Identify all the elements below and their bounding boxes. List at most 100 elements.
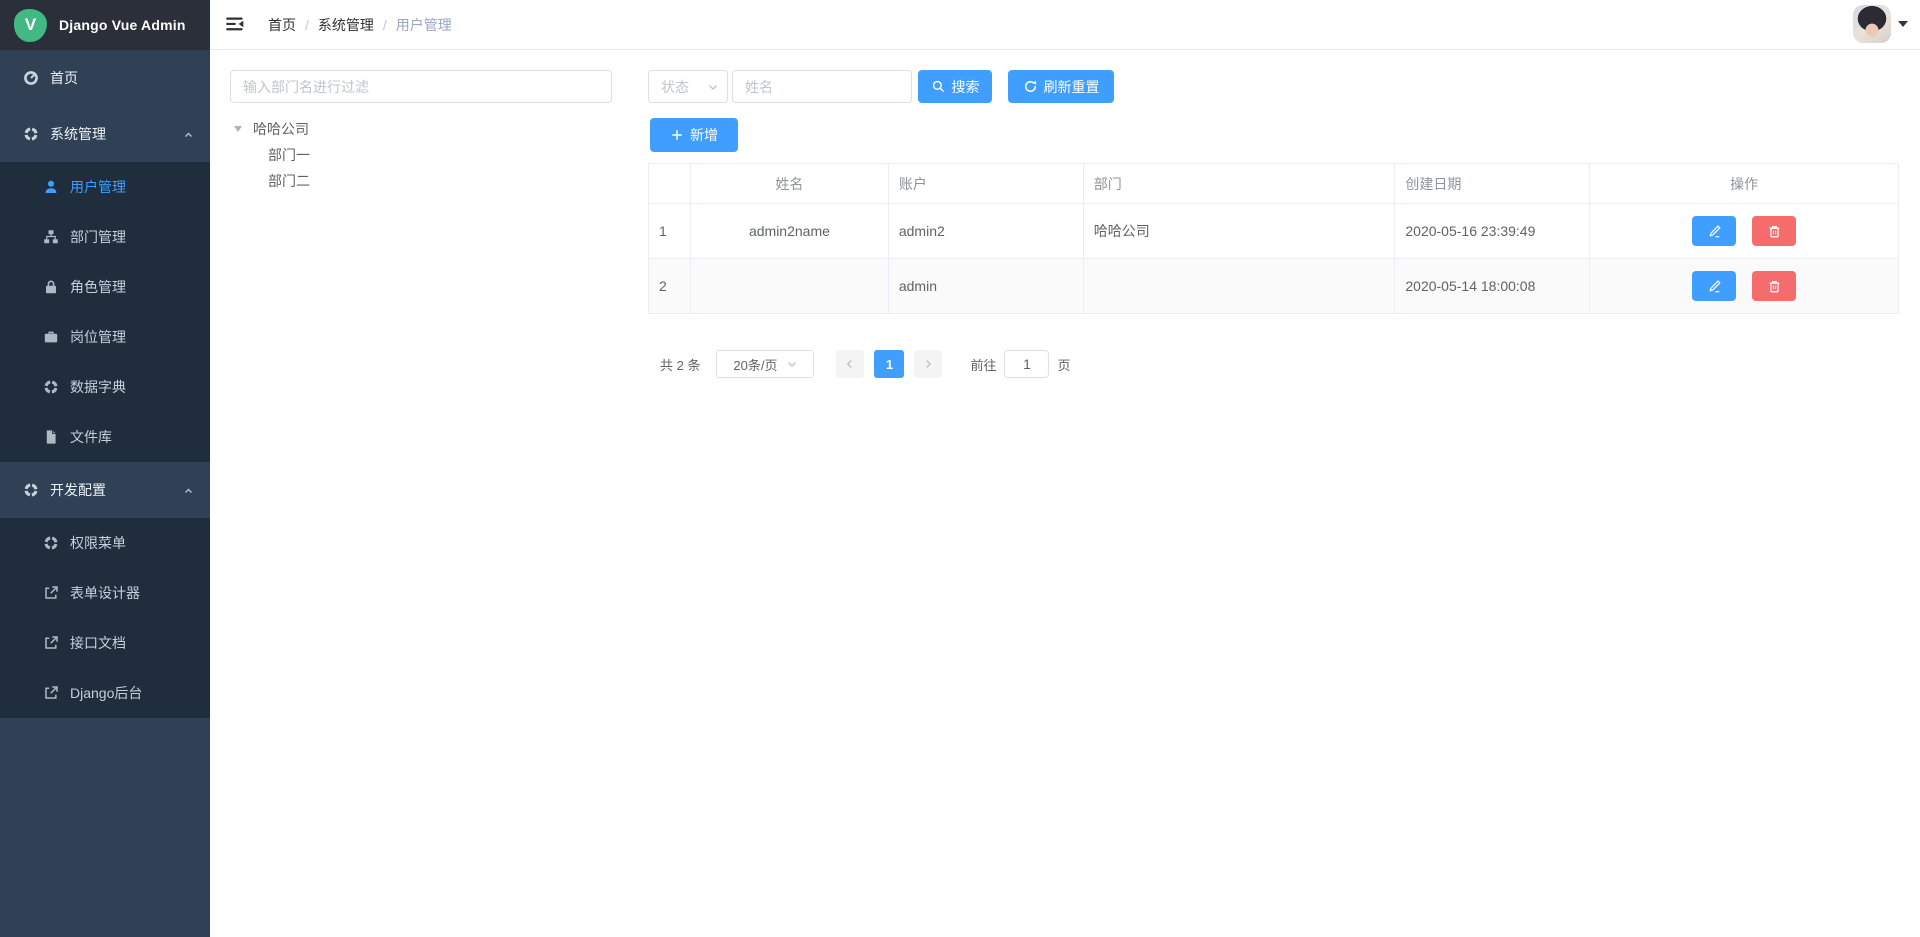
table-row: 2 admin 2020-05-14 18:00:08: [649, 259, 1899, 314]
cell-dept: [1083, 259, 1395, 314]
edit-button[interactable]: [1692, 216, 1736, 246]
table-row: 1 admin2name admin2 哈哈公司 2020-05-16 23:3…: [649, 204, 1899, 259]
dept-filter-input[interactable]: [230, 70, 612, 103]
tree-expand-caret-icon[interactable]: [234, 126, 242, 132]
breadcrumb-home[interactable]: 首页: [268, 15, 296, 35]
chevron-down-icon: [786, 358, 798, 370]
breadcrumb: 首页 / 系统管理 / 用户管理: [268, 15, 452, 35]
sidebar-item-system[interactable]: 系统管理: [0, 106, 210, 162]
sidebar-item-dictionary[interactable]: 数据字典: [0, 362, 210, 412]
chevron-up-icon: [181, 128, 193, 140]
chevron-down-icon: [707, 81, 719, 93]
sidebar-item-home[interactable]: 首页: [0, 50, 210, 106]
column-header-dept: 部门: [1083, 164, 1395, 204]
page-number-button[interactable]: 1: [874, 350, 904, 378]
aim-icon: [23, 126, 39, 142]
breadcrumb-separator: /: [305, 17, 309, 33]
next-page-button[interactable]: [914, 350, 942, 378]
app-root: V Django Vue Admin 首页 系统管理 用户管理 部门管理 角色管…: [0, 0, 1920, 937]
edit-icon: [1707, 224, 1722, 239]
tree-node-root[interactable]: 哈哈公司: [230, 116, 620, 142]
delete-button[interactable]: [1752, 216, 1796, 246]
breadcrumb-current: 用户管理: [396, 15, 452, 35]
caret-down-icon: [1898, 21, 1908, 27]
column-header-index: [649, 164, 691, 204]
external-link-icon: [43, 635, 59, 651]
plus-icon: [670, 128, 684, 142]
delete-button[interactable]: [1752, 271, 1796, 301]
cell-dept: 哈哈公司: [1083, 204, 1395, 259]
trash-icon: [1767, 224, 1782, 239]
tree-node-child[interactable]: 部门一: [230, 142, 620, 168]
cell-account: admin: [888, 259, 1083, 314]
refresh-icon: [1023, 79, 1038, 94]
refresh-reset-button[interactable]: 刷新重置: [1008, 70, 1114, 103]
briefcase-icon: [43, 329, 59, 345]
cell-created: 2020-05-16 23:39:49: [1395, 204, 1590, 259]
sidebar-item-form-designer[interactable]: 表单设计器: [0, 568, 210, 618]
file-icon: [43, 429, 59, 445]
content: 状态 搜索 刷新重置 哈哈公司 部门一: [210, 50, 1920, 937]
app-logo-icon: V: [14, 9, 47, 42]
search-icon: [931, 79, 946, 94]
column-header-created: 创建日期: [1395, 164, 1590, 204]
tree-node-child[interactable]: 部门二: [230, 168, 620, 194]
sidebar-item-users[interactable]: 用户管理: [0, 162, 210, 212]
sidebar-item-departments[interactable]: 部门管理: [0, 212, 210, 262]
aim-icon: [23, 482, 39, 498]
cell-index: 2: [649, 259, 691, 314]
column-header-account: 账户: [888, 164, 1083, 204]
lock-icon: [43, 279, 59, 295]
cell-index: 1: [649, 204, 691, 259]
name-filter-input[interactable]: [732, 70, 912, 103]
page-unit-label: 页: [1057, 355, 1070, 374]
main-area: 首页 / 系统管理 / 用户管理 状态 搜索: [210, 0, 1920, 937]
department-tree: 哈哈公司 部门一 部门二: [230, 116, 620, 194]
navbar: 首页 / 系统管理 / 用户管理: [210, 0, 1920, 50]
goto-label: 前往: [970, 355, 996, 374]
user-menu[interactable]: [1853, 5, 1908, 43]
sidebar-item-django-admin[interactable]: Django后台: [0, 668, 210, 718]
submenu-dev-config: 权限菜单 表单设计器 接口文档 Django后台: [0, 518, 210, 718]
hamburger-icon[interactable]: [225, 14, 247, 36]
user-icon: [43, 179, 59, 195]
table-header-row: 姓名 账户 部门 创建日期 操作: [649, 164, 1899, 204]
sidebar-item-posts[interactable]: 岗位管理: [0, 312, 210, 362]
search-button[interactable]: 搜索: [918, 70, 992, 103]
chevron-up-icon: [181, 484, 193, 496]
cell-account: admin2: [888, 204, 1083, 259]
status-select[interactable]: 状态: [648, 70, 728, 103]
avatar[interactable]: [1853, 5, 1891, 43]
submenu-system: 用户管理 部门管理 角色管理 岗位管理 数据字典 文件库: [0, 162, 210, 462]
breadcrumb-system: 系统管理: [318, 15, 374, 35]
sidebar-item-permission-menu[interactable]: 权限菜单: [0, 518, 210, 568]
sidebar-item-files[interactable]: 文件库: [0, 412, 210, 462]
aim-icon: [43, 379, 59, 395]
aim-icon: [43, 535, 59, 551]
breadcrumb-separator: /: [383, 17, 387, 33]
chevron-left-icon: [843, 357, 857, 371]
sidebar-item-roles[interactable]: 角色管理: [0, 262, 210, 312]
prev-page-button[interactable]: [836, 350, 864, 378]
edit-button[interactable]: [1692, 271, 1736, 301]
page-size-select[interactable]: 20条/页: [716, 350, 814, 378]
cell-name: admin2name: [690, 204, 888, 259]
cell-name: [690, 259, 888, 314]
org-tree-icon: [43, 229, 59, 245]
edit-icon: [1707, 279, 1722, 294]
dashboard-icon: [23, 70, 39, 86]
column-header-ops: 操作: [1590, 164, 1899, 204]
add-button[interactable]: 新增: [650, 118, 738, 152]
sidebar: V Django Vue Admin 首页 系统管理 用户管理 部门管理 角色管…: [0, 0, 210, 937]
logo-bar[interactable]: V Django Vue Admin: [0, 0, 210, 50]
pagination-total: 共 2 条: [660, 355, 700, 374]
status-select-placeholder: 状态: [661, 77, 707, 97]
user-table: 姓名 账户 部门 创建日期 操作 1 admin2name admin2 哈哈公…: [648, 163, 1899, 314]
sidebar-item-dev-config[interactable]: 开发配置: [0, 462, 210, 518]
pagination: 共 2 条 20条/页 1 前往 页: [660, 350, 1071, 378]
app-title: Django Vue Admin: [59, 17, 186, 33]
goto-page-input[interactable]: [1004, 350, 1049, 378]
sidebar-item-api-docs[interactable]: 接口文档: [0, 618, 210, 668]
cell-created: 2020-05-14 18:00:08: [1395, 259, 1590, 314]
external-link-icon: [43, 585, 59, 601]
